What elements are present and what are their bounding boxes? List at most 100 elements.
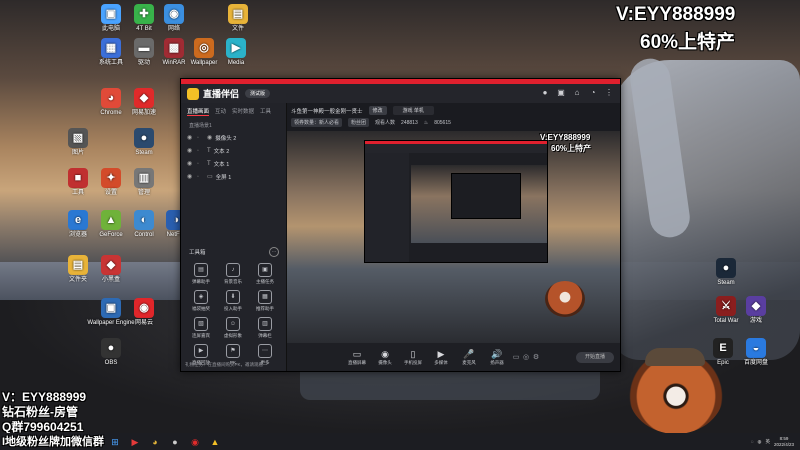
preview-mascot [545,281,585,317]
tool-item[interactable]: ▤ 弹幕助手 [185,263,217,285]
tool-item[interactable]: ⬇ 投入助手 [217,290,249,312]
toolbox-more-icon[interactable]: ⋯ [269,247,279,257]
taskbar-app-chrome-icon[interactable]: ◕ [148,436,162,448]
layer-item[interactable]: ◉ ▫ T 文本 2 [181,144,286,157]
tool-item[interactable]: ◈ 福袋抽奖 [185,290,217,312]
desktop-icon[interactable]: ● Steam [700,258,752,287]
desktop-icon[interactable]: ▥ 管理 [118,168,170,197]
taskbar-app-live-icon[interactable]: ▲ [208,436,222,448]
lock-icon[interactable]: ⌂ [572,88,582,98]
tool-item[interactable]: ▣ 主播任务 [249,263,281,285]
view-icon[interactable]: ◎ [521,353,531,361]
start-live-button[interactable]: 开始直播 [576,351,614,363]
tool-item[interactable]: ♪ 背景音乐 [217,263,249,285]
control-item[interactable]: 🔊 扬声器 [483,349,511,366]
tag-fans[interactable]: 粉丝团 [348,118,370,127]
clock[interactable]: 8:59 2022/4/23 [774,436,794,448]
tab-1[interactable]: 互动 [215,107,226,116]
lock-icon[interactable]: ▫ [197,161,203,167]
left-footer-notice: 礼物任务：在直播间购买PK，邀请观看 [185,362,264,367]
desktop-icon[interactable]: ◉ 网络 [148,4,200,33]
lock-icon[interactable]: ▫ [197,174,203,180]
tab-3[interactable]: 工具 [260,107,271,116]
tool-item[interactable]: ▧ 连屏嘉宾 [185,317,217,339]
desktop-icon-label: Media [227,60,245,66]
desktop-icon[interactable]: ◉ 网易云 [118,298,170,327]
desktop-icon-label: 游戏 [749,318,762,324]
category-field[interactable]: 游戏 单机 [392,106,434,115]
tray-ime-icon[interactable]: 英 [765,439,770,445]
taskbar-app-obs-icon[interactable]: ● [168,436,182,448]
start-icon[interactable]: ⊞ [108,436,122,448]
eye-icon[interactable]: ◉ [187,134,193,141]
control-item[interactable]: ▶ 多媒体 [427,349,455,366]
eye-icon[interactable]: ◉ [187,173,193,180]
tool-item[interactable]: ☺ 虚拟形象 [217,317,249,339]
heat-icon: ♨ [423,119,429,126]
desktop-icon[interactable]: ◆ 游戏 [730,296,782,325]
tray-volume-icon[interactable]: ◍ [758,439,762,445]
tag-newbie[interactable]: 领券数量：新人必看 [291,118,343,127]
version-badge[interactable]: 测试版 [245,89,271,98]
desktop-icon[interactable]: ● OBS [85,338,137,367]
desktop-icon[interactable]: ▤ 文件 [212,4,264,33]
overlay-top-right-2: 60%上特产 [640,32,736,53]
desktop-icon[interactable]: ◆ 网易加速 [118,88,170,117]
bottom-controls: ▭ 直播屏幕 ◉ 摄像头 ▯ 手机投屏 ▶ 多媒体 🎤 麦克风 🔊 扬声器 ▭ ◎ ⚙ 开始直播 [287,343,620,371]
desktop-app-icon: ◉ [134,298,154,318]
layer-item[interactable]: ◉ ▫ T 文本 1 [181,157,286,170]
taskbar-app-netease-icon[interactable]: ◉ [188,436,202,448]
desktop-icon-label: 管理 [137,190,150,196]
layer-name: 文本 1 [213,161,230,168]
settings-icon[interactable]: ⚙ [531,353,541,361]
desktop-app-icon: ▤ [228,4,248,24]
tab-2[interactable]: 实时数据 [232,107,254,116]
desktop-app-icon: ▧ [68,128,88,148]
app-logo-icon [187,87,199,100]
app-name: 直播伴侣 [203,89,240,99]
desktop-icon[interactable]: ◆ 小黑盒 [85,255,137,284]
source-type-icon: T [207,147,211,154]
gift-icon[interactable]: ▣ [556,88,566,98]
tray-network-icon[interactable]: ◌ [751,439,754,444]
layout-icon[interactable]: ▭ [511,353,521,361]
share-icon[interactable]: ⋮ [604,88,614,98]
tool-icon: ▧ [194,317,208,331]
lock-icon[interactable]: ▫ [197,148,203,154]
heat-value: 805615 [434,119,451,126]
tool-label: 福袋抽奖 [192,306,210,311]
bell-icon[interactable]: ◔ [588,88,598,98]
layer-item[interactable]: ◉ ▫ ▭ 全屏 1 [181,170,286,183]
control-item[interactable]: ▭ 直播屏幕 [343,349,371,366]
eye-icon[interactable]: ◉ [187,160,193,167]
tool-label: 背景音乐 [224,279,242,284]
live-preview[interactable]: V:EYY888999 60%上特产 [287,131,620,343]
control-item[interactable]: 🎤 麦克风 [455,349,483,366]
desktop-icon[interactable]: ▶ Media [210,38,262,67]
desktop-app-icon: ◆ [101,255,121,275]
source-type-icon: ◉ [207,135,213,141]
edit-title-button[interactable]: 修改 [368,106,387,115]
lock-icon[interactable]: ▫ [197,135,203,141]
desktop-icon[interactable]: ● Steam [118,128,170,157]
scene-header[interactable]: 直播场景1 [181,120,286,131]
tool-item[interactable]: ▥ 弹幕栏 [249,317,281,339]
tool-item[interactable]: ▦ 推荐助手 [249,290,281,312]
desktop-icon[interactable]: ▧ 图片 [52,128,104,157]
desktop-icon[interactable]: ◒ 百度网盘 [730,338,782,367]
layer-item[interactable]: ◉ ▫ ◉ 摄像头 2 [181,131,286,144]
tool-label: 弹幕栏 [258,333,272,338]
preview-overlay-1: V:EYY888999 [540,133,591,142]
avatar-icon[interactable]: ● [540,88,550,98]
control-icon: 🎤 [463,348,475,359]
tab-0[interactable]: 直播画面 [187,107,210,116]
desktop-app-icon: ◉ [164,4,184,24]
preview-overlay-2: 60%上特产 [551,144,592,153]
control-label: 手机投屏 [404,359,422,365]
control-item[interactable]: ◉ 摄像头 [371,349,399,366]
control-label: 扬声器 [490,359,504,365]
eye-icon[interactable]: ◉ [187,147,193,154]
title-bar[interactable]: 直播伴侣 测试版 ● ▣ ⌂ ◔ ⋮ [181,84,620,103]
taskbar-app-red-icon[interactable]: ▶ [128,436,142,448]
control-item[interactable]: ▯ 手机投屏 [399,349,427,366]
